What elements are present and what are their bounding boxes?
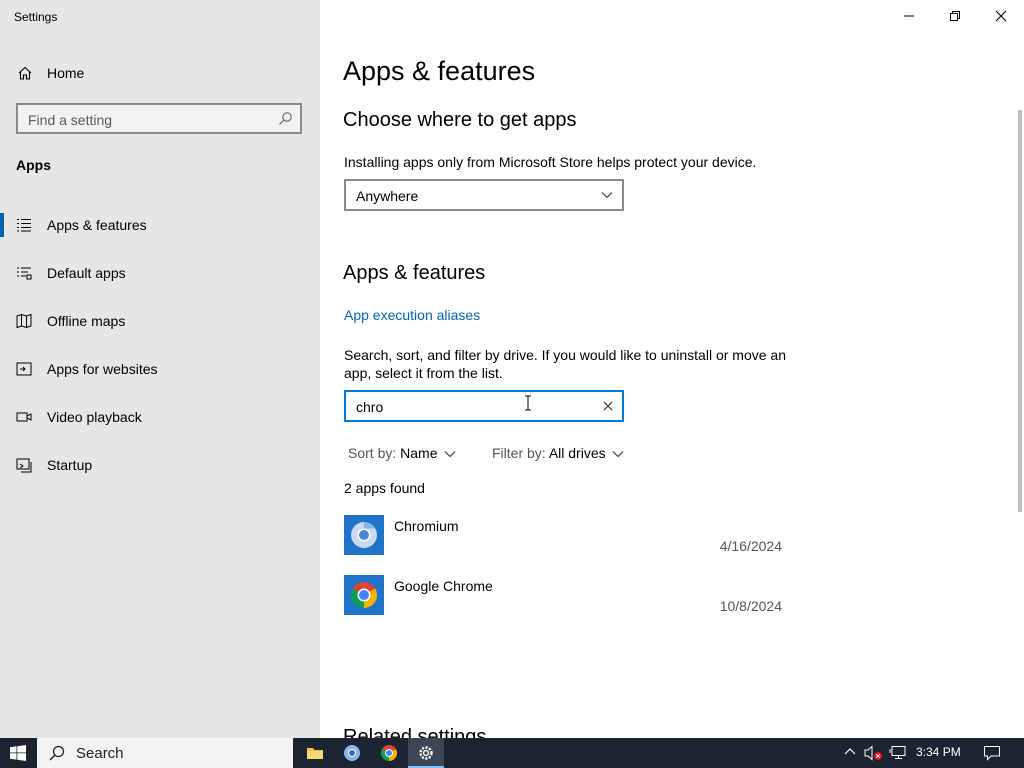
web-apps-icon [16, 362, 32, 376]
taskbar-settings[interactable] [408, 738, 444, 768]
chevron-down-icon [612, 451, 623, 458]
sidebar-item-label: Default apps [47, 265, 126, 281]
filter-label: Filter by: [492, 445, 546, 461]
sidebar-item-video-playback[interactable]: Video playback [0, 397, 320, 437]
sort-value: Name [400, 445, 438, 461]
sort-by-control[interactable]: Sort by: Name [348, 445, 456, 461]
choose-heading: Choose where to get apps [343, 109, 577, 131]
sidebar-item-apps-features[interactable]: Apps & features [0, 205, 320, 245]
map-icon [16, 313, 32, 329]
minimize-button[interactable] [886, 0, 932, 32]
taskbar-chromium[interactable] [334, 738, 370, 768]
close-icon [995, 10, 1007, 22]
restore-icon [950, 11, 960, 21]
search-icon[interactable] [278, 111, 293, 126]
sidebar-item-label: Video playback [47, 409, 142, 425]
app-list-item-chromium[interactable]: Chromium 4/16/2024 [344, 515, 784, 557]
clear-icon[interactable] [603, 401, 613, 411]
restore-button[interactable] [932, 0, 978, 32]
app-install-date: 10/8/2024 [719, 598, 782, 614]
app-source-dropdown[interactable]: Anywhere [344, 179, 624, 211]
main-content: Apps & features Choose where to get apps… [320, 0, 1024, 738]
home-label: Home [47, 65, 85, 81]
app-search-input[interactable] [346, 392, 598, 422]
result-count: 2 apps found [344, 480, 425, 496]
app-execution-aliases-link[interactable]: App execution aliases [344, 307, 480, 323]
window-title: Settings [14, 10, 58, 24]
taskbar-search-label: Search [76, 745, 124, 762]
taskbar-search[interactable]: Search [37, 738, 293, 768]
default-apps-icon [17, 267, 32, 280]
setting-search-box[interactable] [16, 103, 302, 134]
sidebar: Settings Home Apps Apps & features Defau… [0, 0, 320, 738]
startup-icon [16, 458, 32, 473]
close-button[interactable] [978, 0, 1024, 32]
chromium-icon [344, 515, 384, 555]
sidebar-item-label: Apps for websites [47, 361, 158, 377]
minimize-icon [904, 15, 914, 17]
page-title: Apps & features [343, 56, 536, 86]
taskbar-chrome[interactable] [371, 738, 407, 768]
chevron-up-icon[interactable] [843, 745, 857, 759]
taskbar-clock[interactable]: 3:34 PM [916, 745, 961, 759]
sidebar-item-startup[interactable]: Startup [0, 445, 320, 485]
start-button[interactable] [0, 738, 36, 768]
notification-icon[interactable] [983, 745, 1001, 761]
chrome-icon [380, 744, 398, 761]
app-install-date: 4/16/2024 [719, 538, 782, 554]
filter-value: All drives [548, 445, 606, 461]
choose-description: Installing apps only from Microsoft Stor… [344, 154, 757, 170]
sidebar-item-apps-for-websites[interactable]: Apps for websites [0, 349, 320, 389]
windows-logo-icon [10, 745, 26, 761]
features-description-line2: app, select it from the list. [344, 365, 503, 381]
speaker-muted-icon[interactable] [864, 745, 884, 761]
sidebar-section-title: Apps [16, 157, 51, 173]
sidebar-item-label: Startup [47, 457, 93, 473]
list-icon [17, 218, 31, 232]
features-description-line1: Search, sort, and filter by drive. If yo… [344, 347, 786, 363]
scrollbar[interactable] [1018, 110, 1022, 512]
features-heading: Apps & features [343, 262, 486, 284]
sidebar-item-offline-maps[interactable]: Offline maps [0, 301, 320, 341]
text-cursor-icon [525, 395, 531, 411]
taskbar-file-explorer[interactable] [297, 738, 333, 768]
chromium-icon [344, 745, 360, 761]
active-indicator [0, 213, 4, 237]
app-search-box[interactable] [344, 390, 624, 422]
setting-search-input[interactable] [18, 105, 280, 134]
settings-icon [419, 746, 433, 760]
dropdown-value: Anywhere [356, 188, 419, 204]
related-settings-heading: Related settings [343, 726, 487, 738]
app-name: Google Chrome [394, 578, 493, 594]
sidebar-home[interactable]: Home [0, 58, 320, 88]
home-icon [18, 66, 32, 80]
chevron-down-icon [601, 192, 613, 199]
video-icon [16, 412, 32, 422]
chevron-down-icon [444, 451, 455, 458]
sort-label: Sort by: [348, 445, 397, 461]
network-icon[interactable] [889, 745, 907, 761]
file-explorer-icon [307, 748, 323, 759]
app-list-item-google-chrome[interactable]: Google Chrome 10/8/2024 [344, 575, 784, 617]
sidebar-item-label: Offline maps [47, 313, 126, 329]
sidebar-item-label: Apps & features [47, 217, 147, 233]
sidebar-item-default-apps[interactable]: Default apps [0, 253, 320, 293]
taskbar: Search 3:34 PM [0, 738, 1024, 768]
search-icon [49, 745, 65, 761]
filter-by-control[interactable]: Filter by: All drives [492, 445, 624, 461]
chrome-icon [344, 575, 384, 615]
app-name: Chromium [394, 518, 459, 534]
